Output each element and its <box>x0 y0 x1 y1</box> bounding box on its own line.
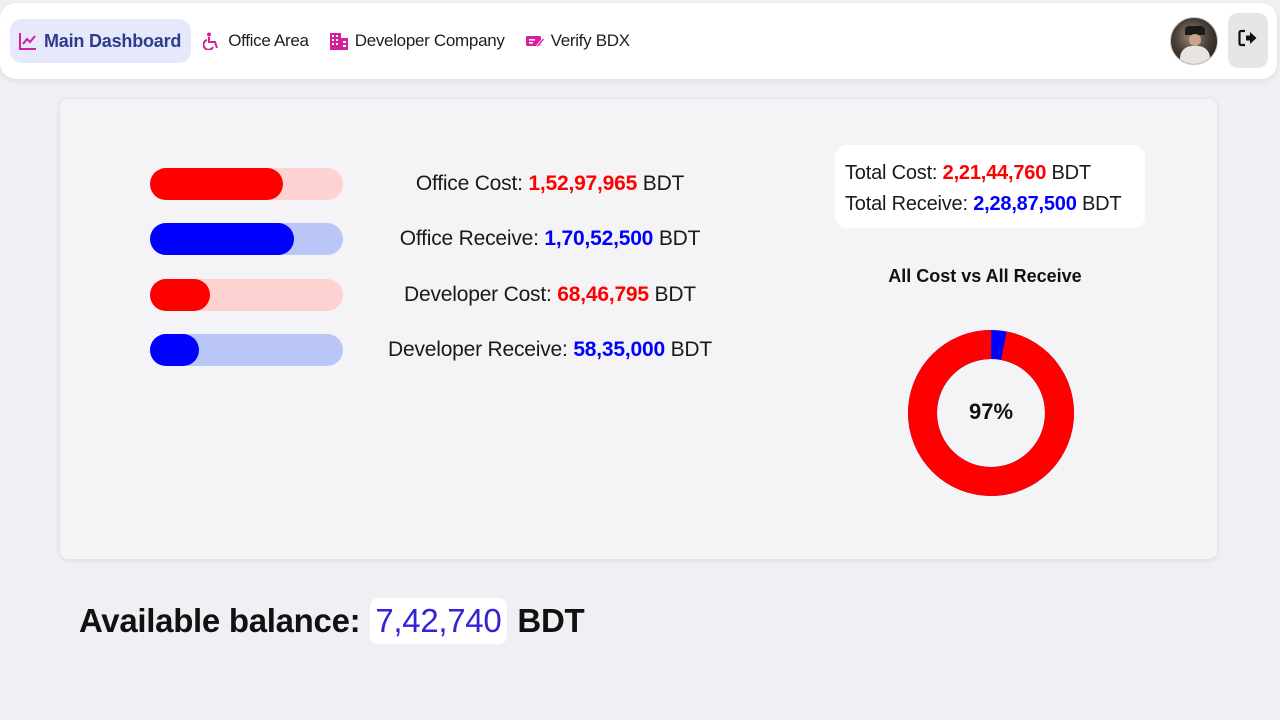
donut-center-label: 97% <box>968 399 1014 424</box>
balance-value: 7,42,740 <box>370 598 508 644</box>
stat-unit: BDT <box>654 283 697 306</box>
nav-office-area-label: Office Area <box>228 31 309 50</box>
progress-track <box>150 168 343 200</box>
chart-line-icon <box>18 31 38 51</box>
stat-value: 1,70,52,500 <box>544 227 654 250</box>
nav-developer-company[interactable]: Developer Company <box>320 19 514 63</box>
total-receive-line: Total Receive: 2,28,87,500 BDT <box>845 189 1145 220</box>
top-navbar: Main Dashboard Office Area Developer Com… <box>0 3 1277 79</box>
progress-fill <box>150 168 284 200</box>
total-cost-value: 2,21,44,760 <box>942 162 1047 184</box>
total-receive-unit: BDT <box>1082 193 1122 215</box>
stat-label: Developer Receive: 58,35,000 BDT <box>350 338 750 362</box>
nav-developer-company-label: Developer Company <box>354 31 505 50</box>
stat-label: Office Receive: 1,70,52,500 BDT <box>350 227 750 251</box>
nav-main-dashboard-label: Main Dashboard <box>44 30 182 51</box>
stat-row-office-receive: Office Receive: 1,70,52,500 BDT <box>150 223 770 255</box>
donut-chart-title: All Cost vs All Receive <box>888 266 1082 286</box>
building-icon <box>329 31 349 51</box>
stat-label: Developer Cost: 68,46,795 BDT <box>350 283 750 307</box>
nav-right-controls <box>1170 13 1268 68</box>
donut-chart: 97% <box>908 320 1074 506</box>
nav-main-dashboard[interactable]: Main Dashboard <box>10 19 192 63</box>
total-receive-value: 2,28,87,500 <box>973 193 1077 215</box>
available-balance: Available balance: 7,42,740 BDT <box>79 596 585 646</box>
stat-label-text: Office Cost: <box>415 172 523 195</box>
user-avatar[interactable] <box>1170 16 1218 65</box>
progress-fill <box>150 334 200 366</box>
total-cost-label: Total Cost: <box>845 162 938 184</box>
total-cost-line: Total Cost: 2,21,44,760 BDT <box>845 158 1145 189</box>
logout-button[interactable] <box>1228 13 1268 68</box>
total-receive-label: Total Receive: <box>845 193 968 215</box>
stat-row-developer-cost: Developer Cost: 68,46,795 BDT <box>150 279 770 311</box>
total-cost-unit: BDT <box>1051 162 1091 184</box>
progress-fill <box>150 279 210 311</box>
progress-track <box>150 334 343 366</box>
progress-track <box>150 223 343 255</box>
nav-office-area[interactable]: Office Area <box>193 19 318 63</box>
progress-fill <box>150 223 294 255</box>
stat-row-developer-receive: Developer Receive: 58,35,000 BDT <box>150 334 770 366</box>
stat-label-text: Developer Cost: <box>404 283 552 306</box>
stat-row-office-cost: Office Cost: 1,52,97,965 BDT <box>150 168 770 200</box>
stat-unit: BDT <box>658 227 701 250</box>
summary-card: Office Cost: 1,52,97,965 BDT Office Rece… <box>60 99 1217 559</box>
balance-label: Available balance: <box>79 602 361 639</box>
nav-verify-bdx-label: Verify BDX <box>550 31 631 50</box>
stat-label: Office Cost: 1,52,97,965 BDT <box>350 172 750 196</box>
balance-unit: BDT <box>517 602 585 639</box>
stat-value: 1,52,97,965 <box>528 172 638 195</box>
wheelchair-icon <box>202 31 222 51</box>
stat-unit: BDT <box>642 172 685 195</box>
totals-box: Total Cost: 2,21,44,760 BDT Total Receiv… <box>835 145 1145 228</box>
nav-verify-bdx[interactable]: Verify BDX <box>516 19 639 63</box>
stat-label-text: Developer Receive: <box>388 338 568 361</box>
progress-track <box>150 279 343 311</box>
stat-value: 58,35,000 <box>573 338 665 361</box>
stat-label-text: Office Receive: <box>399 227 539 250</box>
ticket-edit-icon <box>525 31 545 51</box>
stat-value: 68,46,795 <box>557 283 649 306</box>
logout-icon <box>1238 29 1258 52</box>
stat-unit: BDT <box>670 338 713 361</box>
